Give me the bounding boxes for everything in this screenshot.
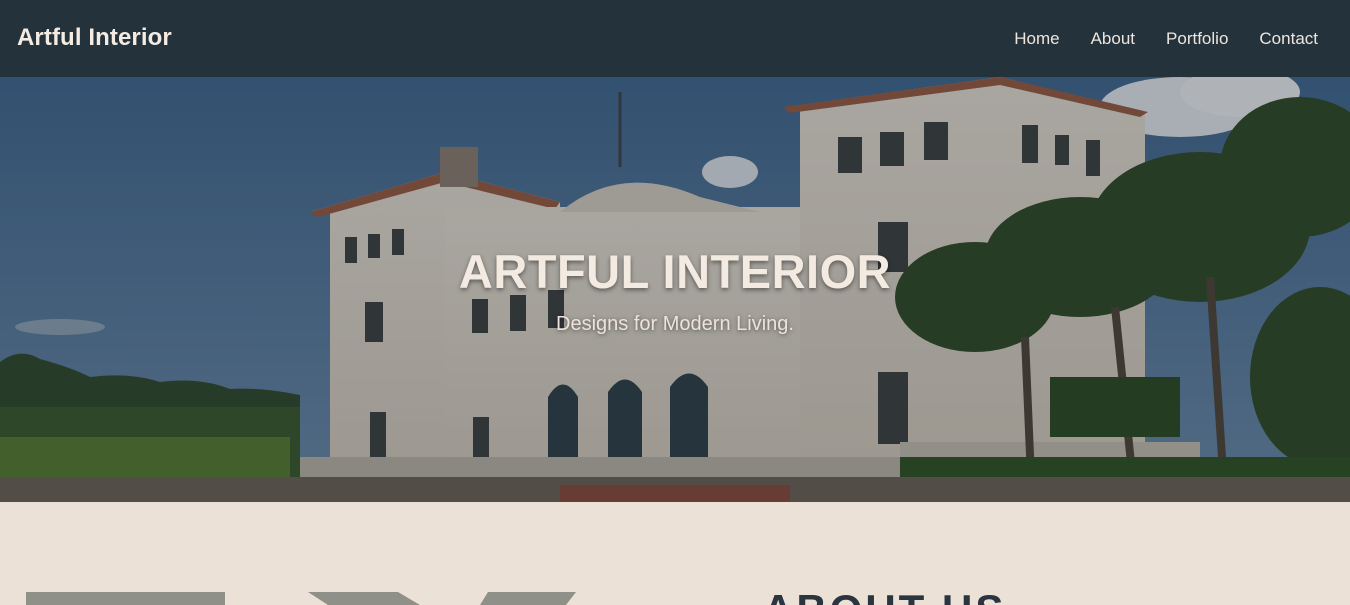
hero-banner: ARTFUL INTERIOR Designs for Modern Livin…	[0, 77, 1350, 502]
about-decorative-graphic	[26, 592, 576, 605]
hero-title: ARTFUL INTERIOR	[458, 245, 892, 298]
brand-logo-link[interactable]: Artful Interior	[17, 24, 172, 52]
navbar: Artful Interior Home About Portfolio Con…	[0, 0, 1350, 77]
nav-link-contact[interactable]: Contact	[1259, 29, 1318, 49]
hero-subtitle: Designs for Modern Living.	[556, 313, 794, 335]
about-heading: ABOUT US	[763, 586, 1006, 605]
main-nav: Home About Portfolio Contact	[1014, 29, 1318, 49]
about-section: ABOUT US	[0, 502, 1350, 605]
nav-link-portfolio[interactable]: Portfolio	[1166, 29, 1228, 49]
nav-link-about[interactable]: About	[1091, 29, 1135, 49]
nav-link-home[interactable]: Home	[1014, 29, 1059, 49]
